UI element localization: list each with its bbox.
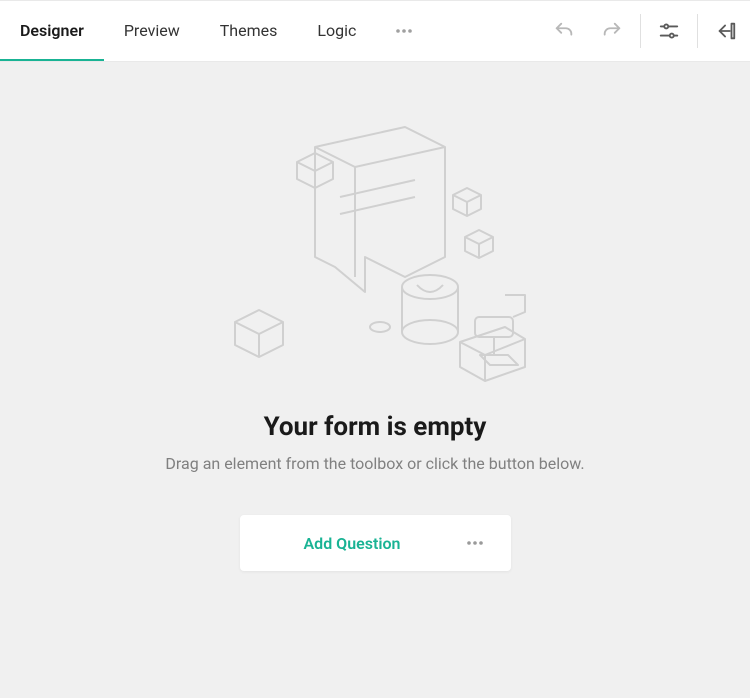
settings-button[interactable]: [645, 0, 693, 62]
dots-horizontal-icon: [394, 21, 414, 41]
designer-canvas: Your form is empty Drag an element from …: [0, 62, 750, 698]
toolbar-divider: [640, 14, 641, 48]
redo-icon: [601, 20, 623, 42]
tab-designer[interactable]: Designer: [0, 1, 104, 61]
toolbar-divider: [697, 14, 698, 48]
add-question-more-button[interactable]: [465, 533, 491, 553]
tab-preview[interactable]: Preview: [104, 1, 200, 61]
tab-logic[interactable]: Logic: [297, 1, 376, 61]
toolbar-actions: [540, 1, 750, 61]
top-toolbar: Designer Preview Themes Logic: [0, 0, 750, 62]
empty-form-illustration-icon: [205, 117, 545, 387]
sliders-icon: [658, 20, 680, 42]
collapse-right-icon: [715, 20, 737, 42]
tabs-overflow-button[interactable]: [376, 1, 432, 61]
empty-illustration: [195, 112, 555, 392]
add-question-card: Add Question: [240, 515, 511, 571]
redo-button[interactable]: [588, 0, 636, 62]
dots-horizontal-icon: [465, 533, 485, 553]
tab-themes[interactable]: Themes: [200, 1, 298, 61]
add-question-button[interactable]: Add Question: [260, 534, 431, 553]
tab-list: Designer Preview Themes Logic: [0, 1, 432, 61]
empty-state-title: Your form is empty: [264, 412, 487, 442]
empty-state-subtitle: Drag an element from the toolbox or clic…: [165, 454, 584, 473]
undo-button[interactable]: [540, 0, 588, 62]
collapse-panel-button[interactable]: [702, 0, 750, 62]
undo-icon: [553, 20, 575, 42]
